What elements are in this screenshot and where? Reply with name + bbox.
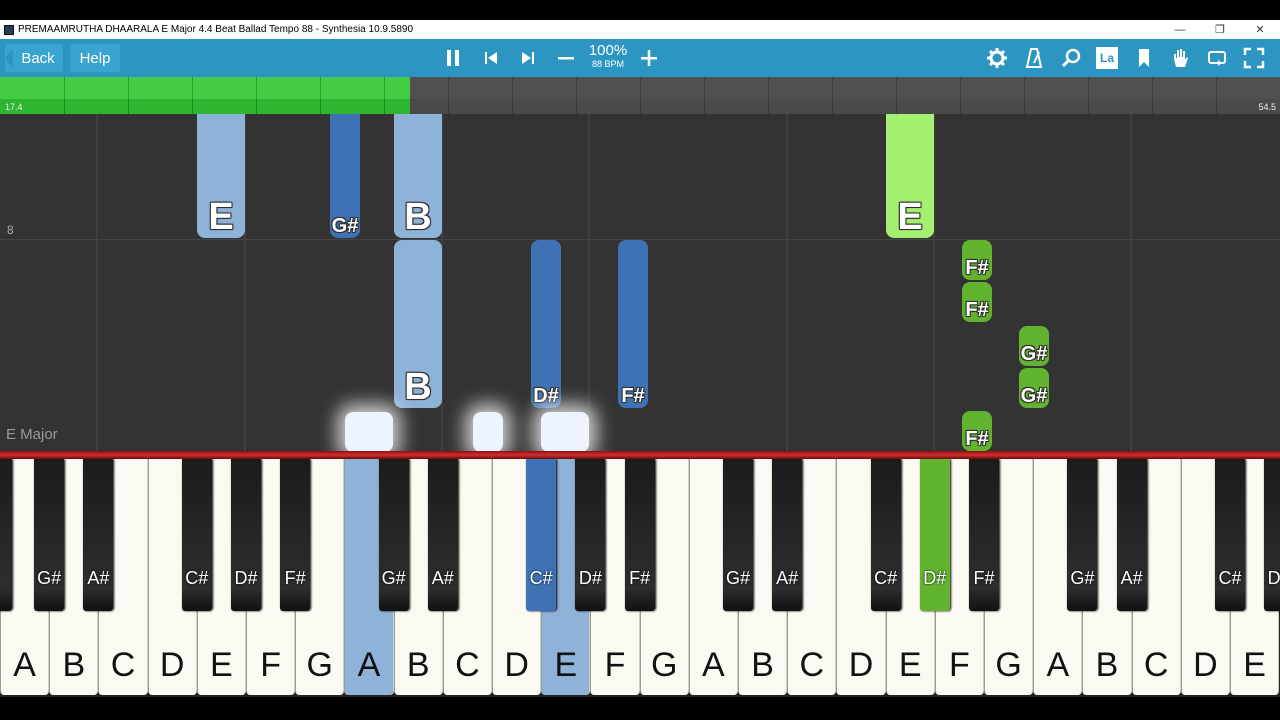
black-key-edge[interactable]	[0, 459, 12, 611]
minus-icon[interactable]	[552, 45, 580, 71]
falling-note: F#	[962, 240, 992, 280]
speed-percent: 100%	[588, 42, 628, 59]
timeline-tick	[384, 77, 385, 114]
black-key[interactable]: C#	[181, 459, 212, 611]
black-key[interactable]: F#	[969, 459, 999, 611]
lyrics-label: La	[1096, 47, 1118, 69]
timeline-tick	[192, 77, 193, 114]
timeline-tick	[448, 77, 449, 114]
falling-notes-area: 8 E Major E G# B B D# F# E F# F# G# G# F…	[0, 114, 1280, 451]
restore-icon[interactable]: ❐	[1200, 23, 1240, 36]
bottom-letterbox	[0, 697, 1280, 720]
measure-number: 8	[7, 223, 14, 237]
falling-note: B	[394, 114, 442, 238]
speed-bpm: 88 BPM	[591, 59, 624, 69]
falling-note: F#	[618, 240, 648, 408]
timeline-tick	[704, 77, 705, 114]
black-key[interactable]: G#	[378, 459, 409, 611]
fullscreen-icon[interactable]	[1240, 45, 1268, 71]
timeline-tick	[832, 77, 833, 114]
search-icon[interactable]	[1057, 45, 1085, 71]
black-key[interactable]: D#	[1264, 459, 1280, 611]
grid-line	[96, 114, 98, 451]
minimize-icon[interactable]: —	[1160, 24, 1200, 36]
loop-icon[interactable]	[1203, 45, 1231, 71]
window-title: PREMAAMRUTHA DHAARALA E Major 4.4 Beat B…	[18, 24, 414, 35]
timeline-tick	[512, 77, 513, 114]
timeline-start-label: 17.4	[5, 102, 23, 112]
black-key[interactable]: G#	[1067, 459, 1098, 611]
grid-line	[786, 114, 788, 451]
synthesia-app-icon	[4, 24, 14, 35]
falling-note: E	[886, 114, 934, 238]
black-key[interactable]: D#	[919, 459, 950, 611]
black-key[interactable]: G#	[34, 459, 65, 611]
timeline-tick	[1216, 77, 1217, 114]
black-key[interactable]: F#	[280, 459, 311, 611]
grid-line	[588, 114, 590, 451]
timeline-tick	[1152, 77, 1153, 114]
black-key[interactable]: A#	[83, 459, 114, 611]
black-key[interactable]: C#	[526, 459, 557, 611]
key-signature-label: E Major	[6, 426, 58, 443]
playing-note-glow	[345, 412, 393, 451]
timeline-tick	[256, 77, 257, 114]
timeline-tick	[1024, 77, 1025, 114]
window-titlebar: PREMAAMRUTHA DHAARALA E Major 4.4 Beat B…	[0, 20, 1280, 39]
timeline-tick	[960, 77, 961, 114]
speed-readout: 100% 88 BPM	[578, 43, 638, 70]
timeline-tick	[128, 77, 129, 114]
song-timeline[interactable]: 17.4 54.5	[0, 77, 1280, 114]
timeline-tick	[320, 77, 321, 114]
black-key[interactable]: D#	[575, 459, 606, 611]
gear-icon[interactable]	[983, 45, 1011, 71]
black-key[interactable]: F#	[624, 459, 655, 611]
pause-icon[interactable]	[439, 45, 467, 71]
skip-forward-icon[interactable]	[514, 45, 542, 71]
hand-icon[interactable]	[1166, 45, 1194, 71]
skip-back-icon[interactable]	[477, 45, 505, 71]
timeline-tick	[64, 77, 65, 114]
black-key[interactable]: A#	[772, 459, 803, 611]
timeline-tick	[576, 77, 577, 114]
black-key[interactable]: C#	[1215, 459, 1245, 611]
timeline-tick	[896, 77, 897, 114]
lyrics-icon[interactable]: La	[1093, 45, 1121, 71]
close-icon[interactable]: ✕	[1240, 23, 1280, 36]
keyboard-hit-line	[0, 451, 1280, 459]
timeline-end-label: 54.5	[1258, 102, 1276, 112]
falling-note: G#	[330, 114, 360, 238]
metronome-icon[interactable]	[1020, 45, 1048, 71]
bookmark-icon[interactable]	[1130, 45, 1158, 71]
timeline-tick	[1088, 77, 1089, 114]
toolbar: Back Help 100% 88 BPM La	[0, 39, 1280, 77]
black-key[interactable]: D#	[231, 459, 261, 611]
back-button[interactable]: Back	[5, 44, 63, 72]
help-button[interactable]: Help	[70, 44, 120, 72]
black-key[interactable]: A#	[427, 459, 458, 611]
falling-note: G#	[1019, 326, 1049, 366]
plus-icon[interactable]	[635, 45, 663, 71]
timeline-progress-highlight	[0, 77, 410, 99]
falling-note: E	[197, 114, 245, 238]
black-key[interactable]: C#	[870, 459, 901, 611]
falling-note: F#	[962, 282, 992, 322]
falling-note: F#	[962, 411, 992, 451]
timeline-tick	[768, 77, 769, 114]
falling-note: D#	[531, 240, 561, 408]
playing-note-glow	[541, 412, 589, 451]
piano-keyboard[interactable]: A B C D E F G A B C D E F G A B C D E F G A B C D E G# A# C# D# F# G# A#…	[0, 459, 1280, 697]
falling-note: B	[394, 240, 442, 408]
timeline-tick	[640, 77, 641, 114]
falling-note: G#	[1019, 368, 1049, 408]
black-key[interactable]: G#	[723, 459, 753, 611]
grid-line	[1130, 114, 1132, 451]
black-key[interactable]: A#	[1116, 459, 1147, 611]
top-letterbox	[0, 0, 1280, 20]
playing-note-glow	[473, 412, 503, 451]
